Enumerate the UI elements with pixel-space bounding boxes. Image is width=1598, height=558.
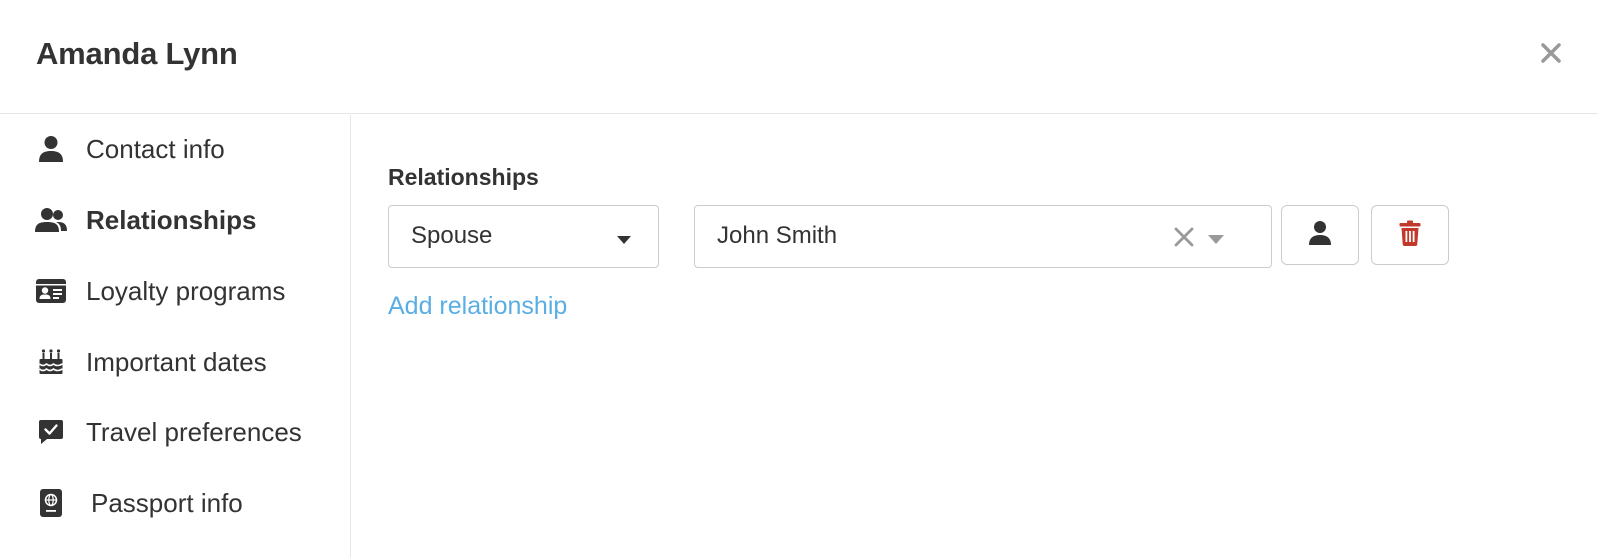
caret-down-icon [1207,232,1225,250]
sidebar-item-passport-info[interactable]: Passport info [0,475,350,531]
sidebar-item-travel-preferences[interactable]: Travel preferences [0,404,350,460]
user-icon [34,132,68,166]
related-person-select[interactable]: John Smith [694,205,1272,268]
sidebar-item-label: Relationships [86,204,257,235]
sidebar-item-loyalty-programs[interactable]: Loyalty programs [0,263,350,319]
sidebar-item-label: Contact info [86,133,225,164]
clear-selection-icon[interactable] [1172,225,1196,249]
sidebar-item-label: Travel preferences [86,416,302,447]
user-icon [1308,220,1332,251]
modal-header: Amanda Lynn [0,0,1598,114]
users-icon [34,203,68,237]
contact-modal: Amanda Lynn Contact info Relationships L… [0,0,1598,558]
close-icon [1540,42,1562,69]
birthday-cake-icon [34,345,68,379]
view-contact-button[interactable] [1281,205,1359,265]
close-button[interactable] [1536,40,1566,70]
sidebar-item-label: Loyalty programs [86,275,286,306]
sidebar-item-label: Important dates [86,346,267,377]
modal-title: Amanda Lynn [36,36,238,71]
delete-relationship-button[interactable] [1371,205,1449,265]
relationship-type-select[interactable]: Spouse [388,205,659,268]
caret-down-icon [616,232,632,250]
add-relationship-link[interactable]: Add relationship [388,292,567,321]
trash-icon [1399,220,1421,251]
relationships-section-label: Relationships [388,164,539,190]
sidebar-item-contact-info[interactable]: Contact info [0,121,350,177]
sidebar-nav: Contact info Relationships Loyalty progr… [0,115,351,558]
id-card-icon [34,274,68,308]
sidebar-item-label: Passport info [91,487,243,518]
related-person-value: John Smith [717,222,838,249]
relationship-type-value: Spouse [411,222,493,249]
sidebar-item-relationships[interactable]: Relationships [0,192,350,248]
sidebar-item-important-dates[interactable]: Important dates [0,334,350,390]
main-content: Relationships Spouse John Smith Add rela… [351,115,1598,558]
comment-check-icon [34,415,68,449]
passport-icon [34,486,68,520]
